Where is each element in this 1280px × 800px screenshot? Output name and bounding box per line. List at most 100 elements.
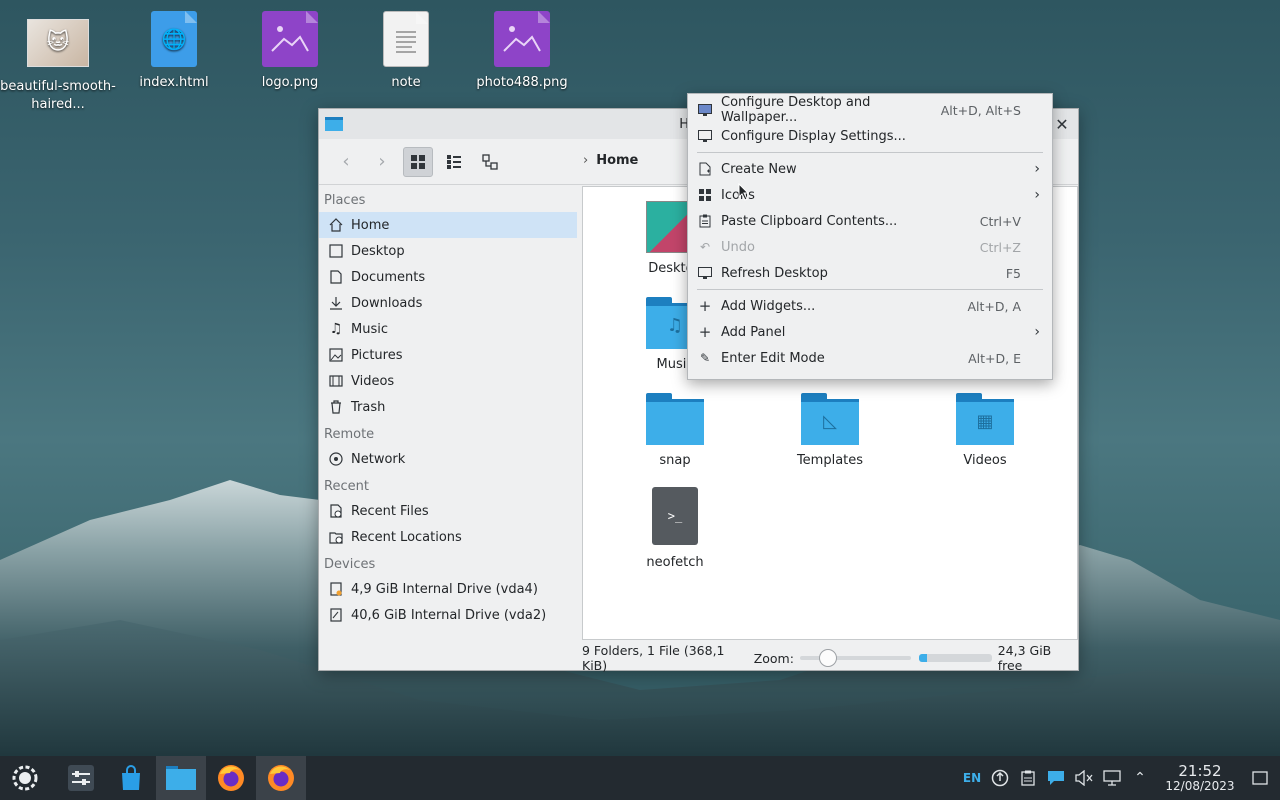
application-launcher-button[interactable]: [0, 756, 50, 800]
chevron-right-icon: ›: [1034, 324, 1040, 340]
pictures-icon: [329, 348, 343, 362]
task-discover[interactable]: [106, 756, 156, 800]
chevron-right-icon: ›: [1034, 161, 1040, 177]
icons-view-button[interactable]: [403, 146, 433, 177]
image-file-icon: [494, 11, 550, 67]
task-dolphin[interactable]: [156, 756, 206, 800]
sidebar-item-drive-vda2[interactable]: 40,6 GiB Internal Drive (vda2): [319, 602, 579, 628]
network-wired-icon[interactable]: [1098, 756, 1126, 800]
sidebar-item-music[interactable]: ♫ Music: [319, 316, 579, 342]
sidebar-item-label: Documents: [351, 269, 426, 285]
sidebar-item-recent-files[interactable]: Recent Files: [319, 498, 579, 524]
sidebar-item-label: Pictures: [351, 347, 403, 363]
desktop-icon-label: photo488.png: [476, 75, 568, 90]
desktop-icon-note[interactable]: note: [348, 10, 464, 92]
file-item-label: Videos: [963, 453, 1007, 468]
sidebar-item-home[interactable]: Home: [319, 212, 577, 238]
desktop-icon-cat-image[interactable]: 🐱 beautiful-smooth-haired...: [0, 14, 116, 114]
status-bar: 9 Folders, 1 File (368,1 KiB) Zoom: 24,3…: [582, 643, 1078, 673]
menu-separator: [688, 286, 1052, 293]
mouse-cursor: [738, 183, 750, 201]
desktop-icon-label: beautiful-smooth-haired...: [0, 79, 116, 112]
free-space-label: 24,3 GiB free: [997, 643, 1052, 673]
edit-icon: ✎: [699, 351, 711, 365]
sidebar-item-downloads[interactable]: Downloads: [319, 290, 579, 316]
chevron-up-icon[interactable]: ⌃: [1126, 756, 1154, 800]
file-item-snap[interactable]: snap: [615, 393, 735, 468]
volume-muted-icon[interactable]: [1070, 756, 1098, 800]
breadcrumb[interactable]: › Home: [583, 153, 638, 168]
desktop-icon-photo488[interactable]: photo488.png: [464, 10, 580, 92]
icons-grid-icon: [698, 188, 712, 202]
drive-icon: [329, 608, 343, 622]
sidebar-item-drive-vda4[interactable]: 4,9 GiB Internal Drive (vda4): [319, 576, 579, 602]
sidebar-item-label: Home: [351, 217, 390, 233]
clipboard-icon[interactable]: [1014, 756, 1042, 800]
sidebar-item-desktop[interactable]: Desktop: [319, 238, 579, 264]
back-button[interactable]: ‹: [331, 147, 361, 177]
keyboard-layout-indicator[interactable]: EN: [958, 756, 986, 800]
menu-item-configure-display[interactable]: Configure Display Settings...: [688, 123, 1052, 149]
task-firefox-window[interactable]: [256, 756, 306, 800]
zoom-label: Zoom:: [753, 650, 794, 666]
menu-item-edit-mode[interactable]: ✎ Enter Edit Mode Alt+D, E: [688, 345, 1052, 371]
chevron-right-icon: ›: [1034, 187, 1040, 203]
sidebar-item-trash[interactable]: Trash: [319, 394, 579, 420]
breadcrumb-home[interactable]: Home: [596, 153, 638, 168]
digital-clock[interactable]: 21:52 12/08/2023: [1160, 763, 1240, 793]
desktop-context-menu[interactable]: Configure Desktop and Wallpaper... Alt+D…: [687, 93, 1053, 380]
menu-item-paste[interactable]: Paste Clipboard Contents... Ctrl+V: [688, 208, 1052, 234]
file-item-templates[interactable]: ◺ Templates: [770, 393, 890, 468]
undo-icon: ↶: [699, 240, 711, 254]
script-file-icon: >_: [652, 487, 698, 545]
zoom-slider[interactable]: [799, 649, 912, 667]
desktop-icon: [329, 244, 343, 258]
section-places: Places: [324, 193, 366, 208]
icons-view-icon: [411, 154, 425, 169]
zoom-slider-handle[interactable]: [819, 649, 838, 667]
launcher-gear-icon: [12, 765, 38, 791]
sidebar-item-videos[interactable]: Videos: [319, 368, 579, 394]
desktop-icon-logo-png[interactable]: logo.png: [232, 10, 348, 92]
sidebar-item-documents[interactable]: Documents: [319, 264, 579, 290]
firefox-icon: [268, 765, 294, 791]
file-item-neofetch[interactable]: >_ neofetch: [615, 487, 735, 570]
desktop-icon-label: note: [391, 75, 421, 90]
new-file-icon: [698, 162, 712, 176]
recent-locations-icon: [329, 530, 343, 544]
file-item-videos[interactable]: ▦ Videos: [925, 393, 1045, 468]
desktop-icon-index-html[interactable]: 🌐 index.html: [116, 10, 232, 92]
menu-item-refresh[interactable]: Refresh Desktop F5: [688, 260, 1052, 286]
file-item-label: snap: [659, 453, 691, 468]
sidebar-item-pictures[interactable]: Pictures: [319, 342, 579, 368]
compact-view-button[interactable]: [439, 147, 469, 177]
sidebar-item-recent-locations[interactable]: Recent Locations: [319, 524, 579, 550]
templates-folder-icon: ◺: [801, 393, 859, 445]
sidebar-item-label: 40,6 GiB Internal Drive (vda2): [351, 607, 547, 623]
forward-button[interactable]: ›: [367, 147, 397, 177]
menu-item-add-panel[interactable]: + Add Panel ›: [688, 319, 1052, 345]
menu-item-create-new[interactable]: Create New ›: [688, 156, 1052, 182]
show-desktop-button[interactable]: [1240, 756, 1280, 800]
text-file-icon: [383, 11, 429, 67]
task-system-settings[interactable]: [56, 756, 106, 800]
menu-item-configure-desktop[interactable]: Configure Desktop and Wallpaper... Alt+D…: [688, 95, 1052, 125]
menu-item-add-widgets[interactable]: + Add Widgets... Alt+D, A: [688, 293, 1052, 319]
sidebar-item-label: Videos: [351, 373, 395, 389]
task-firefox[interactable]: [206, 756, 256, 800]
section-devices: Devices: [324, 557, 376, 572]
menu-item-undo[interactable]: ↶ Undo Ctrl+Z: [688, 234, 1052, 260]
documents-icon: [329, 270, 343, 284]
close-window-button[interactable]: ✕: [1052, 114, 1072, 134]
sidebar-item-label: Trash: [351, 399, 386, 415]
notification-icon[interactable]: [1042, 756, 1070, 800]
sidebar-item-network[interactable]: Network: [319, 446, 579, 472]
details-view-button[interactable]: [475, 147, 505, 177]
sidebar-item-label: Downloads: [351, 295, 423, 311]
videos-folder-icon: ▦: [956, 393, 1014, 445]
menu-separator: [688, 149, 1052, 156]
paste-icon: [698, 214, 712, 228]
store-bag-icon: [122, 765, 140, 790]
update-icon[interactable]: [986, 756, 1014, 800]
image-file-icon: [262, 11, 318, 67]
